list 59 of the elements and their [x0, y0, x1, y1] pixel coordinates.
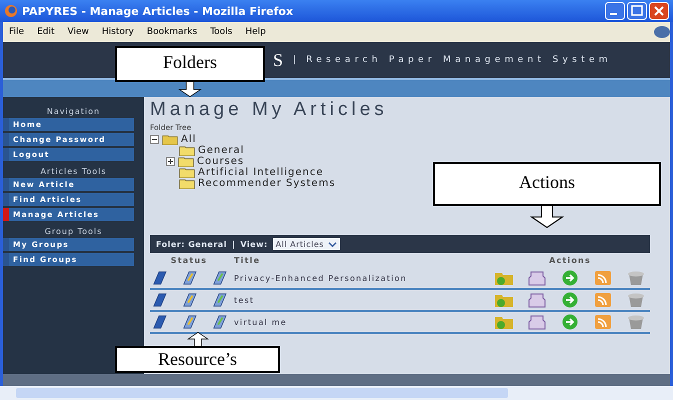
menu-item[interactable]: Help — [245, 27, 266, 37]
menu-item[interactable]: Tools — [210, 27, 232, 37]
column-header: Status — [170, 256, 208, 265]
tree-node[interactable]: All — [181, 134, 196, 145]
folder-icon — [178, 156, 194, 167]
folder-icon[interactable] — [494, 270, 514, 286]
minimize-button[interactable] — [605, 2, 625, 20]
menu-item[interactable]: View — [68, 27, 89, 37]
article-title[interactable]: Privacy-Enhanced Personalization — [228, 274, 490, 282]
sidebar-heading: Group Tools — [44, 226, 104, 238]
collapse-toggle[interactable] — [150, 135, 159, 144]
menu-item[interactable]: File — [9, 27, 24, 37]
rss-icon[interactable] — [593, 270, 613, 286]
close-button[interactable] — [649, 2, 669, 20]
window-title: PAPYRES - Manage Articles - Mozilla Firefox — [22, 4, 294, 18]
callout-box: Actions — [433, 162, 661, 206]
article-title[interactable]: virtual me — [228, 318, 490, 326]
arrow-circle-icon[interactable] — [560, 314, 580, 330]
throbber-icon — [654, 26, 670, 38]
menu-item[interactable]: History — [102, 27, 134, 37]
menu-item[interactable]: Edit — [37, 27, 54, 37]
arrow-circle-icon[interactable] — [560, 270, 580, 286]
arrow-circle-icon[interactable] — [560, 292, 580, 308]
column-header: Title — [233, 256, 262, 265]
site-tagline: Research Paper Management System — [306, 55, 612, 65]
horizontal-scrollbar[interactable] — [0, 386, 673, 400]
toolbar-separator: | — [232, 240, 236, 248]
tree-node[interactable]: General — [198, 145, 244, 156]
view-dropdown[interactable]: All Articles — [272, 238, 340, 250]
site-logo: S — [273, 50, 284, 70]
caret-icon — [328, 240, 337, 248]
rss-icon[interactable] — [593, 292, 613, 308]
sidebar-heading: Articles Tools — [39, 166, 108, 178]
folder-icon — [179, 167, 195, 178]
sidebar-heading: Navigation — [46, 106, 102, 118]
column-header: Actions — [548, 256, 592, 265]
tree-node[interactable]: Artificial Intelligence — [198, 167, 324, 178]
header-separator: | — [293, 55, 296, 65]
folder-icon — [179, 145, 195, 156]
menu-item[interactable]: Bookmarks — [146, 27, 198, 37]
folder-icon — [162, 134, 178, 145]
view-label: View: — [240, 240, 268, 248]
page-heading: Manage My Articles — [150, 99, 388, 121]
maximize-button[interactable] — [627, 2, 647, 20]
folder-icon[interactable] — [494, 314, 514, 330]
expand-toggle[interactable] — [166, 157, 175, 166]
bin-icon[interactable] — [626, 314, 646, 330]
callout-box: Folders — [115, 46, 265, 82]
folder-label: Foler: General — [156, 240, 227, 248]
tree-node[interactable]: Recommender Systems — [198, 178, 336, 189]
callout-box: Resource’s — [115, 346, 280, 373]
folder-icon — [179, 178, 195, 189]
folder-icon[interactable] — [494, 292, 514, 308]
rss-icon[interactable] — [593, 314, 613, 330]
browser-logo-icon — [4, 4, 18, 18]
tree-node[interactable]: Courses — [197, 156, 244, 167]
bin-icon[interactable] — [626, 270, 646, 286]
bin-icon[interactable] — [626, 292, 646, 308]
article-title[interactable]: test — [228, 296, 490, 304]
